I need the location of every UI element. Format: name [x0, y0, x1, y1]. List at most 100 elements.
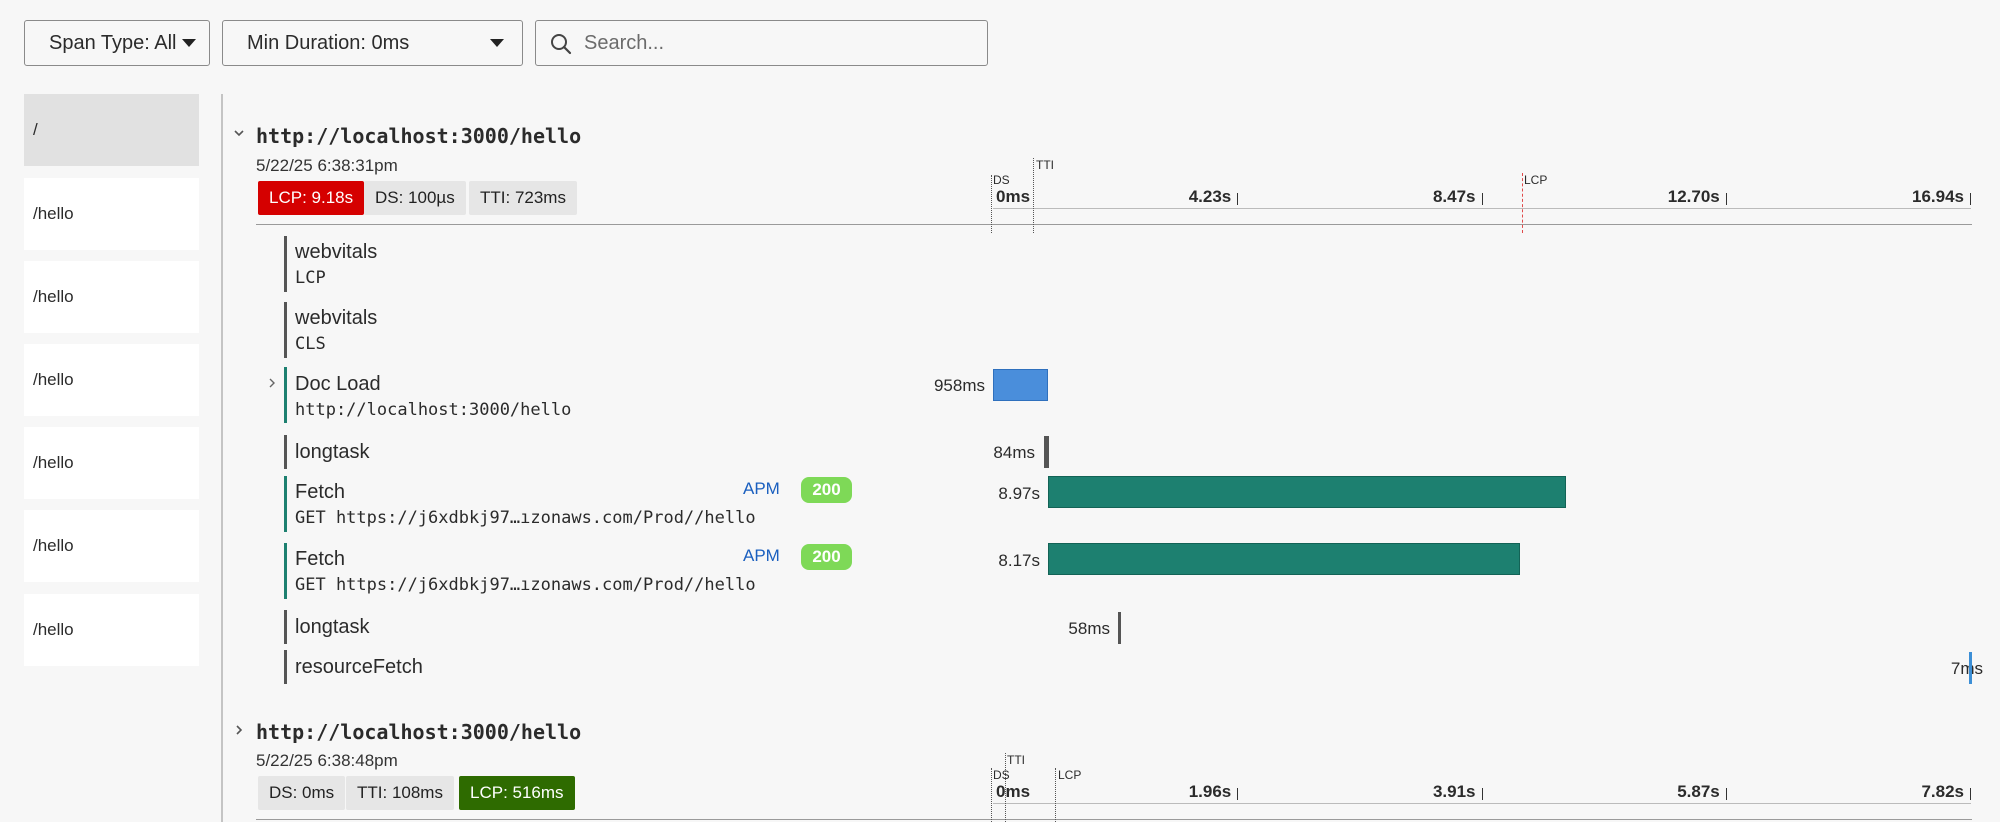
- timeline-axis: [993, 208, 1971, 209]
- status-badge: 200: [801, 544, 852, 570]
- ds-badge: DS: 100µs: [364, 181, 466, 215]
- axis-tick-mark: [1970, 193, 1971, 205]
- span-duration: 7ms: [1950, 659, 1983, 678]
- lcp-marker-label: LCP: [1524, 173, 1548, 187]
- span-bar[interactable]: [993, 369, 1049, 401]
- min-duration-dropdown[interactable]: Min Duration: 0ms: [222, 20, 523, 66]
- span-subtitle: GET https://j6xdbkj97…ızonaws.com/Prod//…: [295, 508, 756, 528]
- span-type-label: Span Type: All: [49, 32, 177, 54]
- span-indicator: [284, 302, 287, 358]
- tti-marker-label: TTI: [1036, 158, 1054, 172]
- axis-tick-mark: [1725, 788, 1727, 800]
- sidebar-item-label: /hello: [33, 370, 74, 389]
- sidebar-item-label: /hello: [33, 536, 74, 555]
- axis-tick-label: 5.87s: [1677, 782, 1720, 801]
- span-bar[interactable]: [1048, 543, 1520, 575]
- span-name[interactable]: Fetch: [295, 548, 345, 571]
- sidebar-item-label: /hello: [33, 204, 74, 223]
- span-indicator: [284, 236, 287, 292]
- span-bar[interactable]: [1117, 612, 1121, 644]
- caret-down-icon: [182, 39, 196, 47]
- span-name[interactable]: webvitals: [295, 307, 377, 330]
- sidebar-item-hello[interactable]: /hello: [24, 594, 199, 666]
- chevron-down-icon[interactable]: [232, 126, 246, 140]
- span-bar[interactable]: [1968, 652, 1972, 684]
- span-name[interactable]: longtask: [295, 616, 370, 639]
- tti-badge: TTI: 723ms: [469, 181, 577, 215]
- apm-link[interactable]: APM: [743, 546, 780, 566]
- span-duration: 84ms: [993, 443, 1035, 462]
- search-icon: [551, 34, 572, 55]
- axis-tick-label: 0ms: [996, 187, 1031, 206]
- sidebar-item-hello[interactable]: /hello: [24, 344, 199, 416]
- span-subtitle: GET https://j6xdbkj97…ızonaws.com/Prod//…: [295, 575, 756, 595]
- axis-tick-mark: [1237, 788, 1239, 800]
- span-bar[interactable]: [1043, 436, 1049, 468]
- trace-title[interactable]: http://localhost:3000/hello: [256, 720, 581, 744]
- sidebar-item-hello[interactable]: /hello: [24, 178, 199, 250]
- sidebar-item-label: /hello: [33, 287, 74, 306]
- axis-tick-mark: [1481, 788, 1483, 800]
- axis-tick-label: 7.82s: [1921, 782, 1964, 801]
- span-type-dropdown[interactable]: Span Type: All: [24, 20, 210, 66]
- axis-tick-label: 12.70s: [1667, 187, 1720, 206]
- axis-tick-mark: [1237, 193, 1239, 205]
- lcp-badge: LCP: 9.18s: [258, 181, 365, 215]
- axis-tick-label: 3.91s: [1432, 782, 1476, 801]
- axis-tick-label: 1.96s: [1188, 782, 1232, 801]
- span-indicator: [284, 543, 287, 599]
- tti-marker-line: [1033, 158, 1034, 233]
- timeline-axis: [993, 803, 1971, 804]
- axis-tick-mark: [1970, 788, 1971, 800]
- sidebar-item-hello[interactable]: /hello: [24, 510, 199, 582]
- sidebar-divider: [221, 94, 223, 822]
- span-subtitle: CLS: [295, 334, 326, 354]
- sidebar-item-hello[interactable]: /hello: [24, 427, 199, 499]
- ds-marker-label: DS: [993, 768, 1010, 782]
- span-name[interactable]: Doc Load: [295, 373, 381, 396]
- trace-divider: [256, 819, 1972, 820]
- axis-tick-mark: [1725, 193, 1727, 205]
- sidebar-item-label: /: [33, 120, 38, 139]
- lcp-marker-line: [1522, 173, 1523, 233]
- trace-date: 5/22/25 6:38:48pm: [256, 751, 398, 770]
- span-name[interactable]: resourceFetch: [295, 656, 423, 679]
- search-input[interactable]: [582, 29, 972, 57]
- min-duration-label: Min Duration: 0ms: [247, 32, 410, 54]
- trace-date: 5/22/25 6:38:31pm: [256, 156, 398, 175]
- ds-marker-label: DS: [993, 173, 1010, 187]
- lcp-badge: LCP: 516ms: [459, 776, 575, 810]
- span-subtitle: LCP: [295, 268, 326, 288]
- axis-tick-label: 0ms: [996, 782, 1031, 801]
- span-indicator: [284, 650, 287, 684]
- span-bar[interactable]: [1048, 476, 1566, 508]
- apm-link[interactable]: APM: [743, 479, 780, 499]
- sidebar-item-label: /hello: [33, 453, 74, 472]
- sidebar-item-hello[interactable]: /hello: [24, 261, 199, 333]
- span-duration: 8.17s: [998, 551, 1040, 570]
- sidebar-item-root[interactable]: /: [24, 94, 199, 166]
- trace-divider: [256, 224, 1972, 225]
- span-name[interactable]: webvitals: [295, 241, 377, 264]
- tti-marker-line: [1005, 753, 1006, 822]
- axis-tick-label: 16.94s: [1912, 187, 1964, 206]
- caret-down-icon: [490, 39, 504, 47]
- chevron-right-icon[interactable]: [266, 377, 278, 389]
- span-duration: 8.97s: [998, 484, 1040, 503]
- status-badge: 200: [801, 477, 852, 503]
- ds-marker-line: [991, 768, 992, 822]
- span-indicator: [284, 476, 287, 532]
- span-subtitle: http://localhost:3000/hello: [295, 400, 572, 420]
- span-name[interactable]: Fetch: [295, 481, 345, 504]
- span-indicator: [284, 367, 287, 423]
- span-indicator: [284, 435, 287, 469]
- span-indicator: [284, 610, 287, 644]
- ds-badge: DS: 0ms: [258, 776, 346, 810]
- tti-marker-label: TTI: [1007, 753, 1025, 767]
- lcp-marker-label: LCP: [1058, 768, 1082, 782]
- chevron-right-icon[interactable]: [232, 723, 246, 737]
- sidebar-item-label: /hello: [33, 620, 74, 639]
- trace-title[interactable]: http://localhost:3000/hello: [256, 124, 581, 148]
- span-name[interactable]: longtask: [295, 441, 370, 464]
- tti-badge: TTI: 108ms: [346, 776, 454, 810]
